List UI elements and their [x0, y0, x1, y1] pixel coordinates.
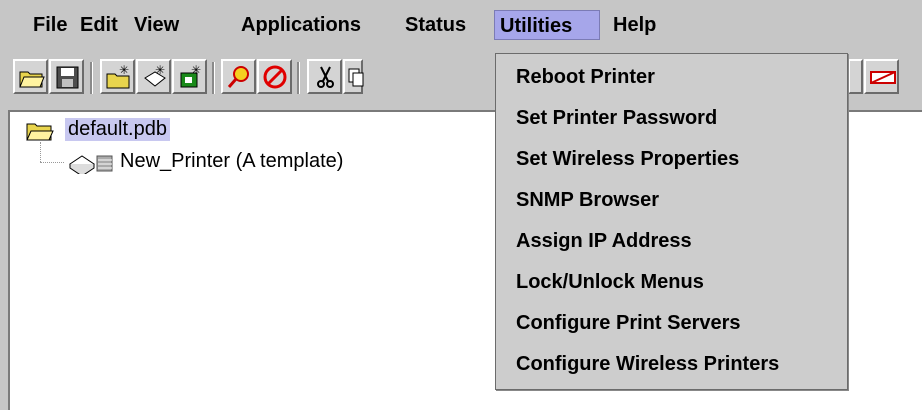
save-icon — [56, 66, 79, 89]
toolbar-separator — [212, 62, 215, 94]
list-icon — [96, 155, 113, 172]
menu-file[interactable]: File — [28, 10, 72, 40]
tree-connector — [40, 142, 42, 162]
menu-item-lock-unlock-menus[interactable]: Lock/Unlock Menus — [516, 265, 704, 299]
cut-icon — [317, 66, 334, 88]
svg-text:✳: ✳ — [191, 64, 201, 77]
tree-connector — [40, 162, 64, 164]
tree-child-label[interactable]: New_Printer (A template) — [120, 150, 343, 173]
menu-edit[interactable]: Edit — [75, 10, 123, 40]
menu-item-set-wireless-properties[interactable]: Set Wireless Properties — [516, 142, 739, 176]
menu-item-reboot-printer[interactable]: Reboot Printer — [516, 60, 655, 94]
stop-button[interactable] — [257, 59, 292, 94]
menu-applications[interactable]: Applications — [236, 10, 366, 40]
stop-icon — [263, 65, 287, 89]
svg-text:✳: ✳ — [155, 64, 165, 77]
find-icon — [227, 66, 249, 88]
new-printer-icon: ✳ — [144, 64, 166, 87]
print-button[interactable] — [848, 59, 863, 94]
application-window: File Edit View Applications Status Utili… — [0, 0, 922, 410]
toolbar-separator — [90, 62, 93, 94]
tree-root-label[interactable]: default.pdb — [65, 118, 170, 141]
save-button[interactable] — [49, 59, 84, 94]
menu-item-snmp-browser[interactable]: SNMP Browser — [516, 183, 659, 217]
menu-bar: File Edit View Applications Status Utili… — [0, 0, 922, 52]
open-folder-icon — [19, 71, 45, 88]
utilities-dropdown-menu: Reboot Printer Set Printer Password Set … — [495, 53, 848, 390]
svg-text:✳: ✳ — [119, 64, 129, 77]
copy-button[interactable] — [343, 59, 364, 94]
new-group-button[interactable]: ✳ — [172, 59, 207, 94]
menu-item-configure-print-servers[interactable]: Configure Print Servers — [516, 306, 741, 340]
open-button[interactable] — [13, 59, 48, 94]
delete-button[interactable] — [864, 59, 899, 94]
find-button[interactable] — [221, 59, 256, 94]
menu-help[interactable]: Help — [608, 10, 661, 40]
cut-button[interactable] — [307, 59, 342, 94]
delete-icon — [870, 71, 896, 84]
folder-icon — [26, 123, 54, 141]
printer-icon — [69, 155, 95, 174]
new-printer-button[interactable]: ✳ — [136, 59, 171, 94]
new-folder-icon: ✳ — [106, 64, 130, 89]
menu-view[interactable]: View — [129, 10, 184, 40]
toolbar-separator — [297, 62, 300, 94]
menu-item-set-printer-password[interactable]: Set Printer Password — [516, 101, 717, 135]
menu-item-configure-wireless-printers[interactable]: Configure Wireless Printers — [516, 347, 779, 381]
new-folder-button[interactable]: ✳ — [100, 59, 135, 94]
menu-utilities[interactable]: Utilities — [494, 10, 600, 40]
copy-icon — [348, 68, 364, 87]
menu-status[interactable]: Status — [400, 10, 471, 40]
new-printer-group-icon: ✳ — [180, 64, 201, 88]
menu-item-assign-ip-address[interactable]: Assign IP Address — [516, 224, 692, 258]
